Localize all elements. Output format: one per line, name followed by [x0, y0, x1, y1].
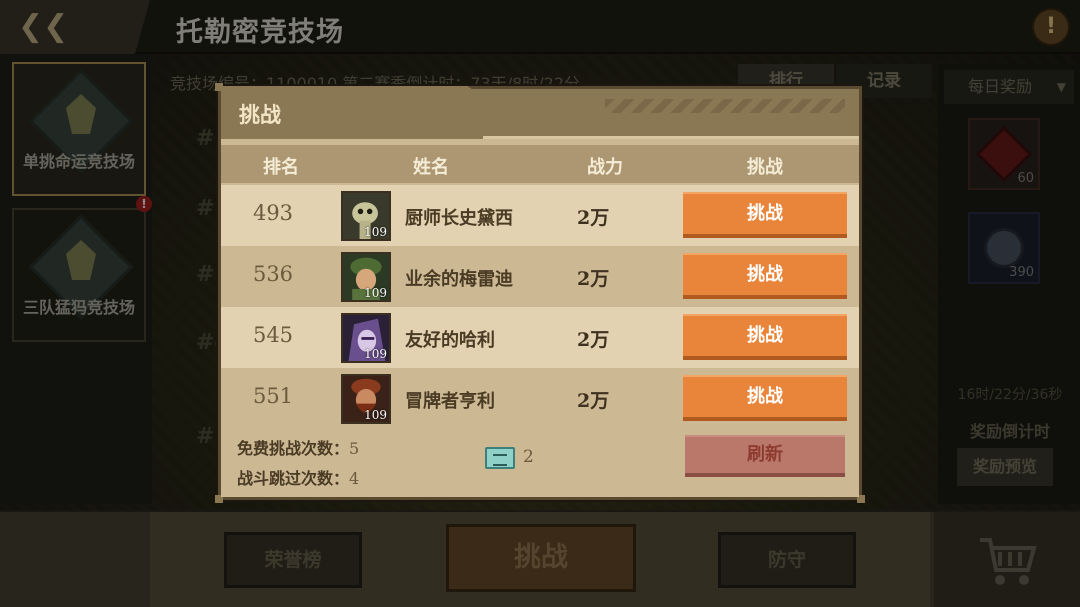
column-header-name: 姓名: [413, 157, 449, 178]
opponent-avatar[interactable]: 109: [341, 374, 391, 424]
opponent-power: 2万: [577, 390, 610, 412]
opponent-name: 友好的哈利: [405, 330, 495, 351]
skip-battle-count: 战斗跳过次数：4: [237, 465, 359, 489]
skip-battle-label: 战斗跳过次数：: [237, 469, 350, 488]
table-header: 排名 姓名 战力 挑战: [221, 145, 859, 183]
modal-header: 挑战: [221, 86, 859, 139]
column-header-power: 战力: [587, 157, 623, 178]
opponent-level: 109: [364, 225, 387, 239]
modal-footer: 免费挑战次数：5 战斗跳过次数：4 2 刷新: [221, 427, 859, 497]
opponent-rank: 545: [252, 323, 294, 347]
opponent-row: 536 109 业余的梅雷迪 2万 挑战: [221, 246, 859, 307]
opponent-avatar[interactable]: 109: [341, 313, 391, 363]
opponent-rank: 551: [252, 384, 294, 408]
column-header-rank: 排名: [263, 157, 299, 178]
hazard-stripe-decoration: [605, 99, 845, 113]
refresh-ticket-icon: [485, 447, 515, 469]
opponent-avatar[interactable]: 109: [341, 252, 391, 302]
challenge-button[interactable]: 挑战: [683, 192, 847, 238]
opponent-power: 2万: [577, 207, 610, 229]
opponent-row: 545 109 友好的哈利 2万 挑战: [221, 307, 859, 368]
opponent-name: 冒牌者亨利: [405, 391, 495, 412]
opponent-name: 业余的梅雷迪: [405, 269, 513, 290]
challenge-modal: 挑战 排名 姓名 战力 挑战 493 109 厨师长史黛西 2万 挑战 536: [215, 83, 865, 503]
free-challenge-label: 免费挑战次数：: [237, 439, 350, 458]
opponent-avatar[interactable]: 109: [341, 191, 391, 241]
skip-battle-value: 4: [349, 469, 360, 488]
challenge-button[interactable]: 挑战: [683, 314, 847, 360]
opponent-rank: 536: [252, 262, 294, 286]
opponent-rank: 493: [252, 201, 294, 225]
opponent-level: 109: [364, 347, 387, 361]
opponent-power: 2万: [577, 329, 610, 351]
challenge-button[interactable]: 挑战: [683, 375, 847, 421]
refresh-ticket-count: 2: [523, 447, 534, 467]
opponent-power: 2万: [577, 268, 610, 290]
opponent-level: 109: [364, 286, 387, 300]
opponent-row: 551 109 冒牌者亨利 2万 挑战: [221, 368, 859, 429]
modal-title: 挑战: [239, 103, 281, 127]
opponent-row: 493 109 厨师长史黛西 2万 挑战: [221, 185, 859, 246]
opponent-level: 109: [364, 408, 387, 422]
challenge-button[interactable]: 挑战: [683, 253, 847, 299]
free-challenge-value: 5: [349, 439, 360, 458]
corner-rivet-icon: [215, 83, 223, 91]
refresh-button[interactable]: 刷新: [685, 435, 845, 477]
free-challenge-count: 免费挑战次数：5: [237, 435, 359, 459]
opponent-name: 厨师长史黛西: [405, 208, 513, 229]
column-header-challenge: 挑战: [747, 157, 783, 178]
